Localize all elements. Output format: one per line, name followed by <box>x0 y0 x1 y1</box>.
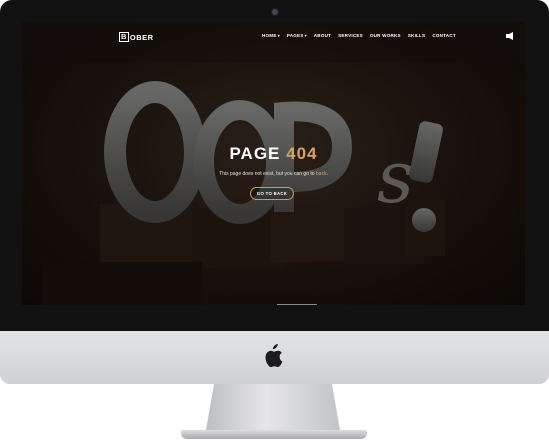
apple-icon <box>265 344 283 368</box>
nav-our-works[interactable]: OUR WORKS <box>370 33 401 38</box>
menu-toggle-icon[interactable] <box>506 32 514 40</box>
camera-icon <box>271 8 279 16</box>
scroll-indicator <box>277 304 317 305</box>
back-link[interactable]: back <box>316 171 327 177</box>
nav-skills[interactable]: SKILLS <box>408 33 426 38</box>
monitor-foot <box>181 430 367 439</box>
nav-about[interactable]: ABOUT <box>314 33 331 38</box>
nav-home-label: HOME <box>262 33 277 38</box>
page-title-prefix: PAGE <box>229 144 281 163</box>
monitor-stand <box>206 384 340 430</box>
chevron-down-icon: ▾ <box>304 33 307 38</box>
logo-text: OBER <box>129 32 154 42</box>
nav-pages-label: PAGES <box>286 33 304 38</box>
go-to-back-button[interactable]: GO TO BACK <box>250 187 294 200</box>
logo-boxed-letter: B <box>119 32 129 42</box>
main-navigation: HOME▾ PAGES▾ ABOUT SERVICES OUR WORKS SK… <box>262 33 456 38</box>
chevron-down-icon: ▾ <box>277 33 280 38</box>
error-message-text: This page does not exist, but you can go… <box>219 171 315 177</box>
website-screen: s B OBER HOME▾ PAGES▾ ABOUT SERVICES OUR… <box>22 22 525 305</box>
nav-pages[interactable]: PAGES▾ <box>287 33 307 38</box>
site-logo[interactable]: B OBER <box>119 31 154 43</box>
nav-services[interactable]: SERVICES <box>338 33 363 38</box>
error-code: 404 <box>286 144 318 163</box>
error-message-suffix: . <box>326 171 328 177</box>
nav-home[interactable]: HOME▾ <box>262 33 280 38</box>
page-title: PAGE 404 <box>22 144 525 164</box>
error-message: This page does not exist, but you can go… <box>22 171 525 177</box>
nav-contact[interactable]: CONTACT <box>432 33 456 38</box>
